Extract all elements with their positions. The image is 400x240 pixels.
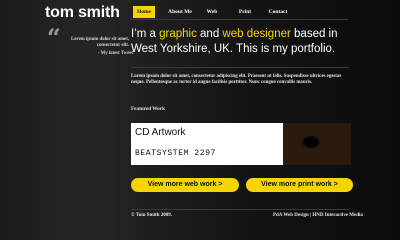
view-more-web-work-button[interactable]: View more web work > xyxy=(131,178,239,192)
footer-copyright: © Tom Smith 2009. xyxy=(131,213,172,218)
site-logo[interactable]: tom smith xyxy=(45,4,120,22)
divider xyxy=(131,67,349,68)
featured-work-panel[interactable]: CD Artwork BEATSYSTEM 2297 xyxy=(131,123,351,165)
hero-heading: I’m a graphic and web designer based in … xyxy=(131,27,361,57)
tweet-text: Lorem ipsum dolor sit amet, consectetur … xyxy=(70,37,129,48)
nav-item-home[interactable]: Home xyxy=(133,6,155,18)
nav-item-about[interactable]: About Me xyxy=(163,6,197,18)
page: tom smith “ Lorem ipsum dolor sit amet, … xyxy=(0,0,400,240)
nav-item-web[interactable]: Web xyxy=(202,6,222,18)
featured-title: CD Artwork xyxy=(135,127,186,138)
view-more-print-work-button[interactable]: View more print work > xyxy=(246,178,353,192)
featured-artwork-image xyxy=(283,123,351,165)
footer-credit[interactable]: PdA Web Design | HND Interactive Media xyxy=(273,213,363,218)
nav-item-print[interactable]: Print xyxy=(234,6,256,18)
nav-item-contact[interactable]: Contact xyxy=(263,6,293,18)
hero-text: and xyxy=(196,28,223,40)
featured-subtitle: BEATSYSTEM 2297 xyxy=(135,149,217,158)
main-nav: Home About Me Web Print Contact xyxy=(130,6,348,20)
featured-work-label: Featured Work xyxy=(131,106,165,112)
tweet-author[interactable]: - My latest Tweet xyxy=(53,51,133,56)
intro-paragraph: Lorem ipsum dolor sit amet, consectetur … xyxy=(131,74,342,86)
hero-text: I’m a xyxy=(131,28,160,40)
hero-highlight-graphic: graphic xyxy=(159,28,197,40)
footer-divider xyxy=(131,209,349,210)
hero-highlight-web-designer: web designer xyxy=(222,28,291,40)
